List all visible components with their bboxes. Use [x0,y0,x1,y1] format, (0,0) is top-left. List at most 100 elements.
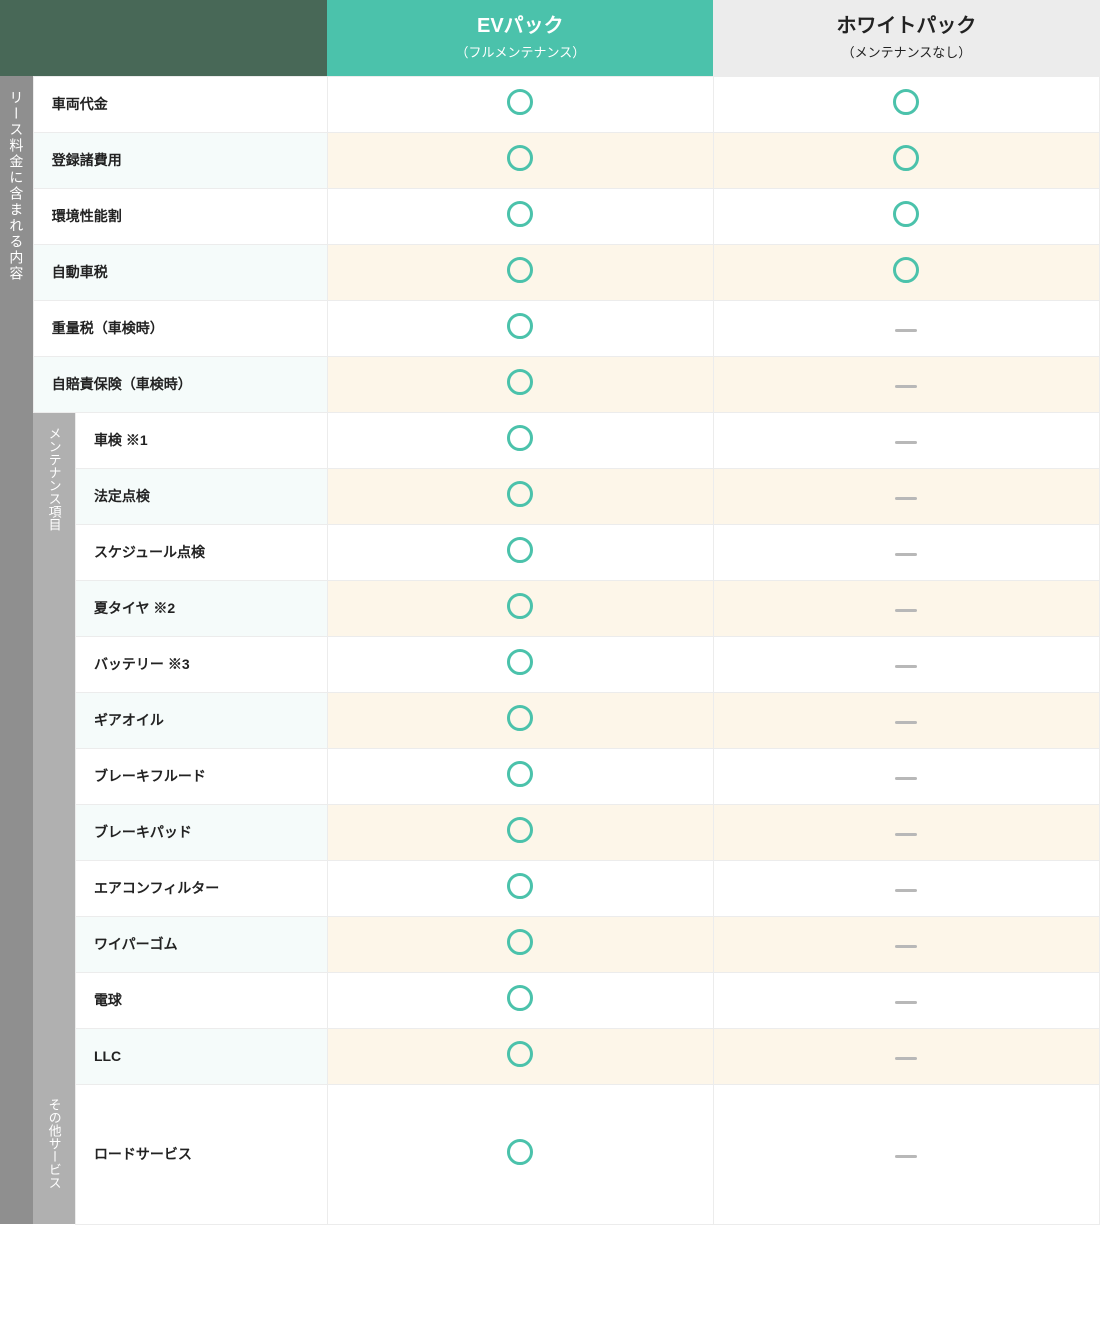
circle-icon [507,481,533,507]
circle-icon [893,257,919,283]
circle-icon [507,1041,533,1067]
circle-icon [507,257,533,283]
circle-icon [507,369,533,395]
cell-ev [327,1028,713,1084]
table-row: メンテナンス項目 車検 ※1 [0,412,1100,468]
cell-ev [327,468,713,524]
cell-white [713,972,1099,1028]
row-label: 電球 [75,972,327,1028]
cell-ev [327,860,713,916]
row-label: 自動車税 [33,244,327,300]
cell-ev [327,972,713,1028]
circle-icon [507,985,533,1011]
circle-icon [507,649,533,675]
cell-white [713,636,1099,692]
header-white-pack: ホワイトパック （メンテナンスなし） [713,0,1099,76]
circle-icon [507,929,533,955]
cell-ev [327,580,713,636]
cell-white [713,76,1099,132]
cell-ev [327,76,713,132]
dash-icon [895,497,917,500]
dash-icon [895,1001,917,1004]
row-label: ギアオイル [75,692,327,748]
cell-ev [327,356,713,412]
circle-icon [893,201,919,227]
cell-white [713,804,1099,860]
section-main: リース料金に含まれる内容 [0,76,33,1224]
circle-icon [507,761,533,787]
header-ev-title: EVパック [327,14,713,38]
row-label: スケジュール点検 [75,524,327,580]
table-row: バッテリー ※3 [0,636,1100,692]
cell-ev [327,188,713,244]
cell-ev [327,636,713,692]
cell-white [713,356,1099,412]
header-ev-pack: EVパック （フルメンテナンス） [327,0,713,76]
circle-icon [507,593,533,619]
circle-icon [507,705,533,731]
cell-ev [327,1084,713,1224]
row-label: 法定点検 [75,468,327,524]
cell-ev [327,692,713,748]
section-maintenance: メンテナンス項目 [33,412,75,1084]
table-row: ギアオイル [0,692,1100,748]
header-corner [0,0,327,76]
table-row: ブレーキフルード [0,748,1100,804]
table-row: LLC [0,1028,1100,1084]
dash-icon [895,889,917,892]
circle-icon [507,873,533,899]
cell-white [713,580,1099,636]
table-row: 法定点検 [0,468,1100,524]
row-label: ロードサービス [75,1084,327,1224]
circle-icon [507,89,533,115]
section-other: その他サービス [33,1084,75,1224]
table-row: 重量税（車検時） [0,300,1100,356]
dash-icon [895,777,917,780]
header-white-sub: （メンテナンスなし） [713,42,1099,61]
cell-white [713,748,1099,804]
table-row: 自動車税 [0,244,1100,300]
circle-icon [893,89,919,115]
cell-white [713,692,1099,748]
row-label: 重量税（車検時） [33,300,327,356]
table-row: その他サービス ロードサービス [0,1084,1100,1224]
header-ev-sub: （フルメンテナンス） [327,42,713,61]
row-label: 車検 ※1 [75,412,327,468]
dash-icon [895,945,917,948]
section-main-label: リース料金に含まれる内容 [6,90,26,282]
table-row: ブレーキパッド [0,804,1100,860]
cell-ev [327,300,713,356]
table-row: 自賠責保険（車検時） [0,356,1100,412]
table-row: スケジュール点検 [0,524,1100,580]
cell-ev [327,916,713,972]
dash-icon [895,721,917,724]
row-label: 登録諸費用 [33,132,327,188]
dash-icon [895,1057,917,1060]
row-label: LLC [75,1028,327,1084]
row-label: エアコンフィルター [75,860,327,916]
dash-icon [895,665,917,668]
cell-white [713,1028,1099,1084]
table-row: エアコンフィルター [0,860,1100,916]
cell-white [713,188,1099,244]
cell-ev [327,412,713,468]
cell-ev [327,132,713,188]
dash-icon [895,329,917,332]
cell-white [713,524,1099,580]
cell-ev [327,524,713,580]
dash-icon [895,1155,917,1158]
dash-icon [895,833,917,836]
row-label: 夏タイヤ ※2 [75,580,327,636]
table-row: リース料金に含まれる内容 車両代金 [0,76,1100,132]
cell-ev [327,244,713,300]
cell-ev [327,748,713,804]
dash-icon [895,609,917,612]
dash-icon [895,385,917,388]
cell-white [713,1084,1099,1224]
row-label: 環境性能割 [33,188,327,244]
circle-icon [507,1139,533,1165]
circle-icon [507,425,533,451]
header-white-title: ホワイトパック [713,14,1099,38]
cell-white [713,132,1099,188]
comparison-table: EVパック （フルメンテナンス） ホワイトパック （メンテナンスなし） リース料… [0,0,1100,1225]
